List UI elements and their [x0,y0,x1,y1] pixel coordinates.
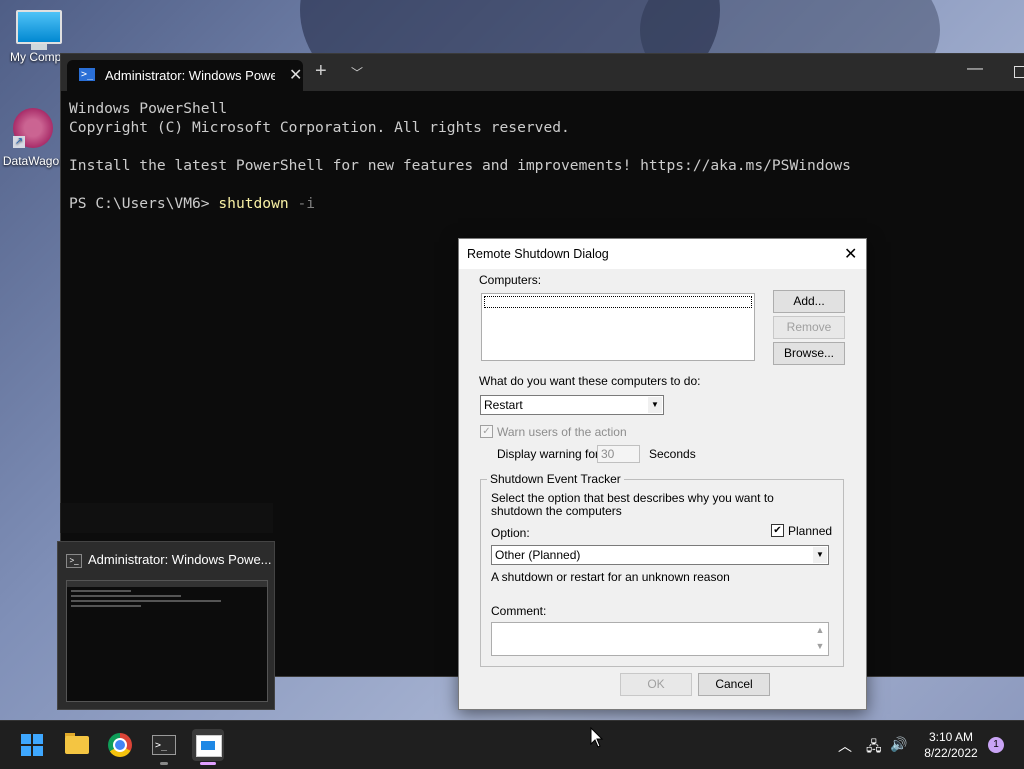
desktop-icon-datawagon[interactable]: ↗ DataWagor [0,108,68,168]
seconds-label: Seconds [649,447,696,461]
warning-seconds-input[interactable]: 30 [597,445,640,463]
powershell-icon: >_ [79,68,95,81]
terminal-tab-title: Administrator: Windows PowerS [105,68,275,83]
network-icon[interactable]: 🖧 [866,736,882,760]
comment-textarea[interactable]: ▲ ▼ [491,622,829,656]
terminal-argument: -i [288,195,316,212]
terminal-icon: >_ [66,554,82,568]
clock[interactable]: 3:10 AM 8/22/2022 [918,729,984,761]
terminal-command: shutdown [218,195,289,212]
terminal-line: Copyright (C) Microsoft Corporation. All… [69,119,570,136]
dialog-window-icon [196,735,222,757]
volume-icon[interactable]: 🔊 [890,736,907,753]
planned-checkbox[interactable]: ✔ [771,524,784,537]
folder-icon [65,736,89,754]
action-select[interactable]: Restart ▼ [480,395,664,415]
reason-text: A shutdown or restart for an unknown rea… [491,570,730,584]
dropdown-arrow-icon: ▼ [648,397,662,413]
mouse-cursor-icon [590,727,604,748]
comment-label: Comment: [491,604,547,618]
shortcut-arrow-icon: ↗ [13,136,25,148]
maximize-icon[interactable] [1014,66,1024,78]
scroll-down-icon[interactable]: ▼ [814,641,826,653]
clock-date: 8/22/2022 [924,746,978,760]
running-indicator [160,762,168,765]
close-icon[interactable]: ✕ [844,244,857,264]
preview-thumbnail [66,580,268,702]
chrome-button[interactable] [104,729,136,761]
close-tab-icon[interactable]: ✕ [289,65,302,85]
notification-badge[interactable]: 1 [988,737,1004,753]
tracker-description: Select the option that best describes wh… [491,491,774,518]
terminal-tab[interactable]: >_ Administrator: Windows PowerS ✕ [67,60,303,91]
shutdown-event-tracker-group: Shutdown Event Tracker Select the option… [480,472,844,667]
ok-button[interactable]: OK [620,673,692,696]
terminal-taskbar-button[interactable]: >_ [148,729,180,765]
computer-icon [16,10,62,44]
option-label: Option: [491,526,530,540]
dialog-titlebar: Remote Shutdown Dialog ✕ [459,239,866,269]
cancel-button[interactable]: Cancel [698,673,770,696]
terminal-icon: >_ [152,735,176,755]
dropdown-arrow-icon: ▼ [813,547,827,563]
display-warning-label: Display warning for [497,447,600,461]
browse-button[interactable]: Browse... [773,342,845,365]
terminal-prompt-line: PS C:\Users\VM6> shutdown -i [69,194,1023,213]
desktop-icon-label: DataWagor [2,154,64,168]
tracker-title: Shutdown Event Tracker [487,472,624,486]
option-select-value: Other (Planned) [495,548,581,562]
chevron-up-icon[interactable]: ︿ [838,736,852,756]
active-indicator [200,762,216,765]
chevron-down-icon[interactable]: ﹀ [351,64,363,81]
file-explorer-button[interactable] [61,729,93,761]
computers-label: Computers: [479,273,542,287]
warn-users-label: Warn users of the action [497,425,627,439]
planned-label: Planned [788,524,833,538]
terminal-line: Install the latest PowerShell for new fe… [69,157,851,174]
action-label: What do you want these computers to do: [479,374,701,388]
warn-users-checkbox[interactable]: ✓ [480,425,493,438]
remove-button[interactable]: Remove [773,316,845,339]
minimize-icon[interactable]: — [967,60,983,78]
start-button[interactable] [16,729,48,761]
shutdown-dialog-taskbar-button[interactable] [192,729,224,765]
remote-shutdown-dialog: Remote Shutdown Dialog ✕ Computers: Add.… [458,238,867,710]
terminal-line: Windows PowerShell [69,100,228,117]
action-select-value: Restart [484,398,523,412]
terminal-output[interactable]: Windows PowerShell Copyright (C) Microsof… [61,91,1024,221]
computers-listbox[interactable] [481,293,755,361]
dialog-title: Remote Shutdown Dialog [467,247,609,261]
terminal-prompt: PS C:\Users\VM6> [69,195,219,212]
terminal-tabbar: >_ Administrator: Windows PowerS ✕ + ﹀ — [61,54,1024,91]
taskbar-thumbnail-preview[interactable]: >_ Administrator: Windows Powe... [57,541,275,710]
option-select[interactable]: Other (Planned) ▼ [491,545,829,565]
preview-title: Administrator: Windows Powe... [88,552,272,567]
scroll-up-icon[interactable]: ▲ [814,625,826,637]
add-button[interactable]: Add... [773,290,845,313]
new-tab-icon[interactable]: + [315,61,327,81]
taskbar: >_ ︿ 🖧 🔊 3:10 AM 8/22/2022 1 [0,720,1024,769]
clock-time: 3:10 AM [928,730,974,744]
preview-shadow [60,503,273,533]
datawagon-icon: ↗ [13,108,53,148]
